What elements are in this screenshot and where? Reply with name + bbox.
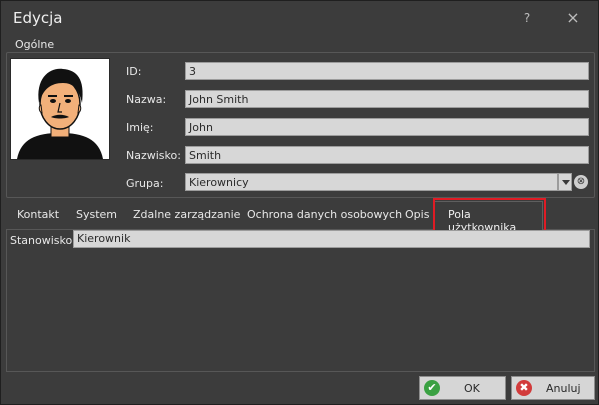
- tab-system[interactable]: System: [76, 208, 117, 221]
- person-portrait-icon: [11, 59, 109, 159]
- nazwisko-label: Nazwisko:: [126, 149, 181, 162]
- stanowisko-field[interactable]: Kierownik: [73, 230, 590, 248]
- id-label: ID:: [126, 65, 142, 78]
- imie-label: Imię:: [126, 121, 154, 134]
- tab-ochrona-danych[interactable]: Ochrona danych osobowych: [247, 208, 402, 221]
- tab-kontakt[interactable]: Kontakt: [17, 208, 59, 221]
- edit-dialog: Edycja ? × Ogólne ID: 3 Nazwa: John Smit…: [0, 0, 599, 405]
- nazwisko-field[interactable]: Smith: [185, 146, 589, 164]
- help-icon[interactable]: ?: [518, 9, 536, 27]
- stanowisko-label: Stanowisko:: [10, 234, 76, 247]
- chevron-down-icon[interactable]: [558, 173, 572, 191]
- title-bar: Edycja ? ×: [1, 1, 598, 35]
- cancel-label: Anuluj: [546, 382, 581, 395]
- check-icon: ✔: [424, 380, 440, 396]
- cancel-button[interactable]: ✖ Anuluj: [511, 376, 595, 400]
- clear-icon[interactable]: ⊗: [574, 175, 588, 189]
- cancel-icon: ✖: [516, 380, 532, 396]
- window-title: Edycja: [13, 9, 63, 27]
- user-photo[interactable]: [10, 58, 110, 160]
- tab-opis[interactable]: Opis: [405, 208, 429, 221]
- id-field[interactable]: 3: [185, 62, 589, 80]
- ok-button[interactable]: ✔ OK: [419, 376, 506, 400]
- grupa-select[interactable]: Kierownicy: [185, 173, 558, 191]
- tab-content-panel: [6, 230, 595, 372]
- grupa-label: Grupa:: [126, 177, 164, 190]
- tab-zdalne-zarzadzanie[interactable]: Zdalne zarządzanie: [133, 208, 240, 221]
- nazwa-label: Nazwa:: [126, 93, 167, 106]
- general-group-label: Ogólne: [15, 38, 55, 51]
- close-icon[interactable]: ×: [564, 9, 582, 27]
- nazwa-field[interactable]: John Smith: [185, 90, 589, 108]
- ok-label: OK: [464, 382, 480, 395]
- tab-pola-uzytkownika[interactable]: Pola użytkownika: [434, 201, 543, 234]
- imie-field[interactable]: John: [185, 118, 589, 136]
